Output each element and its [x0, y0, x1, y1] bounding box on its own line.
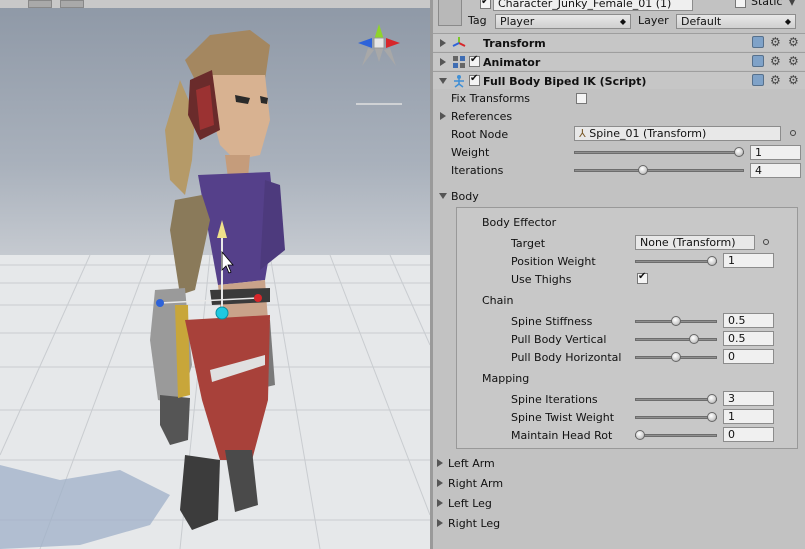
spine-iterations-label: Spine Iterations [511, 393, 598, 406]
right-arm-foldout[interactable]: Right Arm [448, 477, 503, 490]
target-label: Target [511, 237, 546, 250]
scene-toolbar [0, 0, 430, 8]
left-arm-foldout[interactable]: Left Arm [448, 457, 495, 470]
position-weight-slider[interactable] [635, 260, 717, 263]
spine-iterations-slider[interactable] [635, 398, 717, 401]
body-settings-content: Body Effector Target None (Transform) Po… [430, 0, 805, 549]
toolbar-tab[interactable] [60, 0, 84, 8]
spine-stiffness-value: 0.5 [728, 314, 746, 327]
head-rot-label: Maintain Head Rot [511, 429, 613, 442]
spine-twist-slider-thumb[interactable] [707, 412, 717, 422]
foldout-arrow-icon[interactable] [437, 459, 443, 467]
pull-horizontal-field[interactable]: 0 [723, 349, 774, 364]
body-effector-label: Body Effector [482, 216, 557, 229]
spine-twist-slider[interactable] [635, 416, 717, 419]
pull-vertical-slider-thumb[interactable] [689, 334, 699, 344]
target-value: None (Transform) [640, 236, 736, 249]
pull-horizontal-value: 0 [728, 350, 735, 363]
position-weight-field[interactable]: 1 [723, 253, 774, 268]
spine-iterations-value: 3 [728, 392, 735, 405]
mapping-label: Mapping [482, 372, 530, 385]
use-thighs-checkbox[interactable] [637, 271, 648, 284]
left-leg-foldout[interactable]: Left Leg [448, 497, 492, 510]
scene-view[interactable] [0, 0, 430, 549]
spine-stiffness-slider-thumb[interactable] [671, 316, 681, 326]
foldout-arrow-icon[interactable] [437, 519, 443, 527]
target-field[interactable]: None (Transform) [635, 235, 755, 250]
foldout-arrow-icon[interactable] [437, 499, 443, 507]
right-leg-foldout[interactable]: Right Leg [448, 517, 500, 530]
pull-vertical-label: Pull Body Vertical [511, 333, 607, 346]
spine-iterations-slider-thumb[interactable] [707, 394, 717, 404]
foldout-arrow-icon[interactable] [437, 479, 443, 487]
spine-stiffness-field[interactable]: 0.5 [723, 313, 774, 328]
chain-label: Chain [482, 294, 514, 307]
object-picker-icon[interactable] [763, 239, 769, 245]
head-rot-value: 0 [728, 428, 735, 441]
orientation-gizmo-icon[interactable] [348, 14, 410, 109]
pull-horizontal-slider-thumb[interactable] [671, 352, 681, 362]
spine-twist-value: 1 [728, 410, 735, 423]
character-model[interactable] [140, 20, 290, 540]
spine-twist-field[interactable]: 1 [723, 409, 774, 424]
spine-stiffness-label: Spine Stiffness [511, 315, 593, 328]
pull-vertical-field[interactable]: 0.5 [723, 331, 774, 346]
position-weight-value: 1 [728, 254, 735, 267]
use-thighs-label: Use Thighs [511, 273, 572, 286]
position-weight-label: Position Weight [511, 255, 596, 268]
head-rot-slider-thumb[interactable] [635, 430, 645, 440]
pull-vertical-value: 0.5 [728, 332, 746, 345]
pull-horizontal-label: Pull Body Horizontal [511, 351, 622, 364]
head-rot-field[interactable]: 0 [723, 427, 774, 442]
spine-iterations-field[interactable]: 3 [723, 391, 774, 406]
spine-twist-label: Spine Twist Weight [511, 411, 615, 424]
pull-vertical-slider[interactable] [635, 338, 717, 341]
head-rot-slider[interactable] [635, 434, 717, 437]
position-weight-slider-thumb[interactable] [707, 256, 717, 266]
toolbar-tab[interactable] [28, 0, 52, 8]
